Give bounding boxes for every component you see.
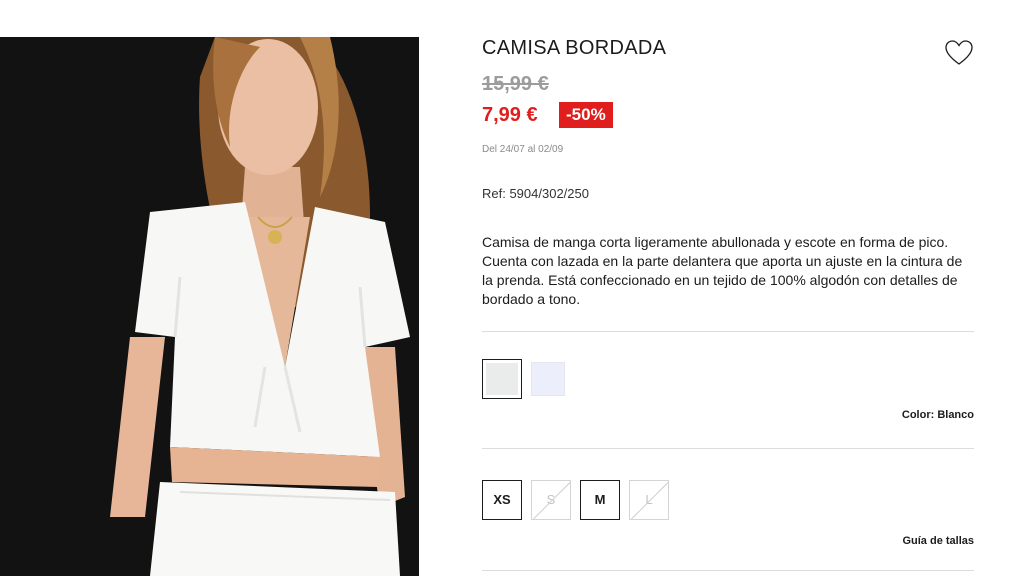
- heart-icon[interactable]: [944, 38, 974, 68]
- promo-dates: Del 24/07 al 02/09: [482, 144, 564, 155]
- size-guide-link[interactable]: Guía de tallas: [902, 535, 974, 547]
- divider: [482, 331, 974, 332]
- color-swatch[interactable]: [531, 362, 565, 396]
- color-label: Color: Blanco: [901, 409, 974, 421]
- product-description: Camisa de manga corta ligeramente abullo…: [482, 234, 963, 307]
- size-xs-button[interactable]: XS: [482, 480, 522, 520]
- size-s-button-unavailable[interactable]: S: [531, 480, 571, 520]
- divider: [482, 448, 974, 449]
- product-image[interactable]: [0, 37, 419, 576]
- discount-badge: -50%: [559, 102, 613, 128]
- product-reference: Ref: 5904/302/250: [482, 186, 589, 201]
- size-m-button[interactable]: M: [580, 480, 620, 520]
- product-info: CAMISA BORDADA 15,99 € 7,99 € -50% Del 2…: [482, 0, 974, 576]
- product-title: CAMISA BORDADA: [482, 37, 667, 59]
- original-price: 15,99 €: [482, 73, 549, 95]
- sale-price: 7,99 €: [482, 104, 538, 126]
- size-l-button-unavailable[interactable]: L: [629, 480, 669, 520]
- color-swatch-selected[interactable]: [482, 359, 522, 399]
- divider: [482, 570, 974, 571]
- swatch-fill: [486, 363, 518, 395]
